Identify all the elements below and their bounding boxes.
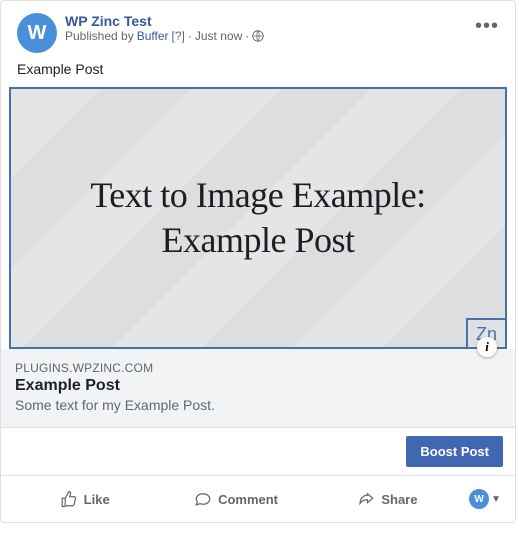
meta-separator-2: · [245,29,249,43]
link-title: Example Post [15,377,501,395]
globe-icon[interactable] [252,30,264,42]
post-meta: Published by Buffer [?] · Just now · [65,29,499,43]
header-text: WP Zinc Test Published by Buffer [?] · J… [65,13,499,43]
publisher-help[interactable]: [?] [172,29,185,43]
publisher-link[interactable]: Buffer [137,29,169,43]
boost-row: Boost Post [1,428,515,476]
share-icon [357,490,375,508]
published-prefix: Published by [65,29,134,43]
avatar-letter: W [28,22,47,45]
profile-switcher[interactable]: W ▼ [463,489,507,509]
post-text: Example Post [1,61,515,87]
share-button[interactable]: Share [312,482,463,516]
action-bar: Like Comment Share W ▼ [1,476,515,522]
image-text-line2: Example Post [162,218,355,263]
link-description: Some text for my Example Post. [15,397,501,413]
mini-avatar: W [469,489,489,509]
comment-button[interactable]: Comment [160,482,311,516]
like-icon [60,490,78,508]
more-options-button[interactable]: ••• [475,15,499,38]
post-image: Text to Image Example: Example Post Zn [11,89,505,347]
post-time[interactable]: Just now [195,29,242,43]
chevron-down-icon: ▼ [491,494,501,505]
info-icon[interactable]: i [477,337,497,357]
post-header: W WP Zinc Test Published by Buffer [?] ·… [1,1,515,61]
boost-post-button[interactable]: Boost Post [406,436,503,467]
comment-icon [194,490,212,508]
comment-label: Comment [218,492,278,507]
link-preview-card[interactable]: PLUGINS.WPZINC.COM Example Post Some tex… [1,349,515,428]
like-label: Like [84,492,110,507]
meta-separator: · [188,29,192,43]
post-card: W WP Zinc Test Published by Buffer [?] ·… [0,0,516,523]
post-image-container[interactable]: Text to Image Example: Example Post Zn i [9,87,507,349]
share-label: Share [381,492,417,507]
image-text-line1: Text to Image Example: [90,173,425,218]
mini-avatar-letter: W [474,494,483,505]
like-button[interactable]: Like [9,482,160,516]
link-domain: PLUGINS.WPZINC.COM [15,361,501,375]
page-name-link[interactable]: WP Zinc Test [65,13,499,29]
page-avatar[interactable]: W [17,13,57,53]
